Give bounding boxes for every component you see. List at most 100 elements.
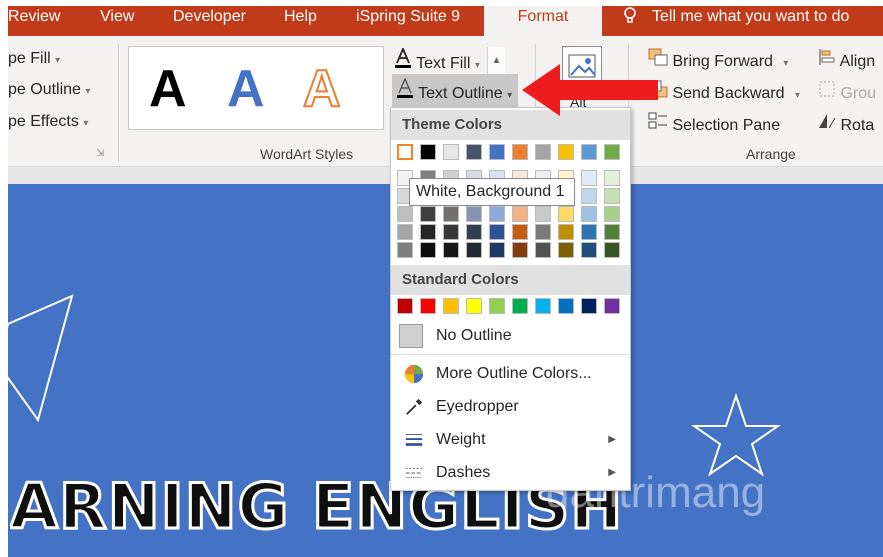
send-backward-button[interactable]: Send Backward ▾ — [648, 80, 800, 103]
shape-outline-button[interactable]: pe Outline ▾ — [8, 81, 90, 99]
standard-color-swatch[interactable] — [512, 298, 528, 314]
tab-developer[interactable]: Developer — [173, 6, 246, 36]
theme-shade-swatch[interactable] — [604, 224, 620, 240]
selection-pane-label: Selection Pane — [672, 117, 781, 134]
theme-color-swatch[interactable] — [397, 144, 413, 160]
theme-shade-swatch[interactable] — [397, 242, 413, 258]
theme-shade-swatch[interactable] — [466, 224, 482, 240]
theme-shade-swatch[interactable] — [604, 170, 620, 186]
theme-shade-swatch[interactable] — [512, 224, 528, 240]
text-fill-icon — [395, 46, 411, 68]
group-icon — [819, 81, 835, 97]
no-outline-item[interactable]: No Outline — [395, 322, 628, 350]
theme-shade-swatch[interactable] — [558, 242, 574, 258]
wordart-gallery[interactable]: A A A ▲ ▼ ☰ — [128, 46, 505, 131]
dashes-item[interactable]: Dashes ▶ — [395, 459, 628, 487]
standard-color-swatch[interactable] — [489, 298, 505, 314]
theme-shade-swatch[interactable] — [489, 242, 505, 258]
theme-color-swatch[interactable] — [581, 144, 597, 160]
theme-color-swatch[interactable] — [535, 144, 551, 160]
theme-shade-swatch[interactable] — [466, 242, 482, 258]
standard-color-swatch[interactable] — [558, 298, 574, 314]
theme-color-swatch[interactable] — [466, 144, 482, 160]
weight-item[interactable]: Weight ▶ — [395, 426, 628, 454]
theme-shade-swatch[interactable] — [466, 206, 482, 222]
star-right — [690, 392, 782, 477]
theme-color-swatch[interactable] — [604, 144, 620, 160]
theme-shade-swatch[interactable] — [512, 206, 528, 222]
theme-shade-swatch[interactable] — [443, 242, 459, 258]
bring-forward-button[interactable]: Bring Forward ▾ — [648, 48, 788, 71]
eyedropper-icon — [406, 398, 423, 415]
standard-color-swatch[interactable] — [581, 298, 597, 314]
theme-shade-swatch[interactable] — [443, 206, 459, 222]
theme-shade-swatch[interactable] — [558, 206, 574, 222]
theme-shade-swatch[interactable] — [420, 224, 436, 240]
shape-effects-button[interactable]: pe Effects ▾ — [8, 113, 88, 131]
theme-shade-swatch[interactable] — [443, 224, 459, 240]
wordart-style-black[interactable]: A — [149, 63, 187, 115]
align-label: Align — [839, 53, 876, 70]
standard-colors-header: Standard Colors — [391, 265, 630, 295]
theme-shade-swatch[interactable] — [397, 206, 413, 222]
tab-view[interactable]: View — [100, 6, 134, 36]
theme-shade-swatch[interactable] — [581, 188, 597, 204]
text-fill-label: Text Fill — [416, 55, 471, 72]
chevron-down-icon: ▾ — [85, 86, 91, 97]
wordart-style-blue[interactable]: A — [227, 63, 265, 115]
theme-color-swatch[interactable] — [512, 144, 528, 160]
theme-shade-swatch[interactable] — [420, 242, 436, 258]
color-wheel-icon — [404, 364, 424, 384]
tell-me-search[interactable]: Tell me what you want to do — [652, 6, 849, 36]
dialog-launcher-icon[interactable]: ⇲ — [96, 148, 104, 159]
wordart-style-orange-outline[interactable]: A — [302, 62, 342, 116]
text-fill-button[interactable]: Text Fill ▾ — [394, 46, 480, 73]
theme-shade-swatch[interactable] — [581, 224, 597, 240]
theme-shade-swatch[interactable] — [558, 224, 574, 240]
tab-help[interactable]: Help — [284, 6, 317, 36]
lightbulb-icon[interactable] — [622, 6, 638, 36]
selection-pane-button[interactable]: Selection Pane — [648, 112, 780, 135]
rotate-button[interactable]: Rota — [818, 112, 874, 135]
theme-shade-swatch[interactable] — [535, 224, 551, 240]
standard-color-swatch[interactable] — [466, 298, 482, 314]
shape-fill-label: pe Fill — [8, 50, 51, 67]
eyedropper-item[interactable]: Eyedropper — [395, 393, 628, 421]
theme-shade-swatch[interactable] — [397, 224, 413, 240]
theme-color-swatch[interactable] — [489, 144, 505, 160]
theme-shade-swatch[interactable] — [489, 224, 505, 240]
theme-shade-swatch[interactable] — [535, 242, 551, 258]
shape-fill-button[interactable]: pe Fill ▾ — [8, 50, 60, 68]
more-colors-item[interactable]: More Outline Colors... — [395, 360, 628, 388]
theme-shade-swatch[interactable] — [535, 206, 551, 222]
theme-shade-swatch[interactable] — [420, 206, 436, 222]
theme-shade-swatch[interactable] — [512, 242, 528, 258]
standard-color-swatch[interactable] — [420, 298, 436, 314]
standard-color-swatch[interactable] — [535, 298, 551, 314]
submenu-arrow-icon: ▶ — [608, 467, 616, 478]
theme-shade-swatch[interactable] — [489, 206, 505, 222]
standard-color-swatch[interactable] — [443, 298, 459, 314]
tab-ispring[interactable]: iSpring Suite 9 — [356, 6, 460, 36]
standard-color-swatch[interactable] — [397, 298, 413, 314]
group-button[interactable]: Grou — [818, 80, 876, 103]
theme-shade-swatch[interactable] — [604, 242, 620, 258]
theme-shade-swatch[interactable] — [581, 170, 597, 186]
theme-shade-swatch[interactable] — [604, 206, 620, 222]
theme-color-swatch[interactable] — [420, 144, 436, 160]
tab-format[interactable]: Format — [484, 6, 602, 38]
theme-shade-swatch[interactable] — [604, 188, 620, 204]
theme-shade-swatch[interactable] — [581, 242, 597, 258]
menu-divider — [391, 354, 630, 355]
ribbon-tab-bar: Review View Developer Help iSpring Suite… — [8, 6, 883, 38]
gallery-scroll-up[interactable]: ▲ — [487, 47, 505, 75]
theme-shade-swatch[interactable] — [581, 206, 597, 222]
align-button[interactable]: Align — [818, 48, 875, 71]
theme-color-swatch[interactable] — [443, 144, 459, 160]
text-outline-button[interactable]: Text Outline ▾ — [392, 74, 519, 107]
theme-color-swatch[interactable] — [558, 144, 574, 160]
red-pointer-arrow-icon — [522, 64, 658, 116]
rotate-label: Rota — [840, 117, 875, 134]
standard-color-swatch[interactable] — [604, 298, 620, 314]
tab-review[interactable]: Review — [8, 6, 60, 36]
